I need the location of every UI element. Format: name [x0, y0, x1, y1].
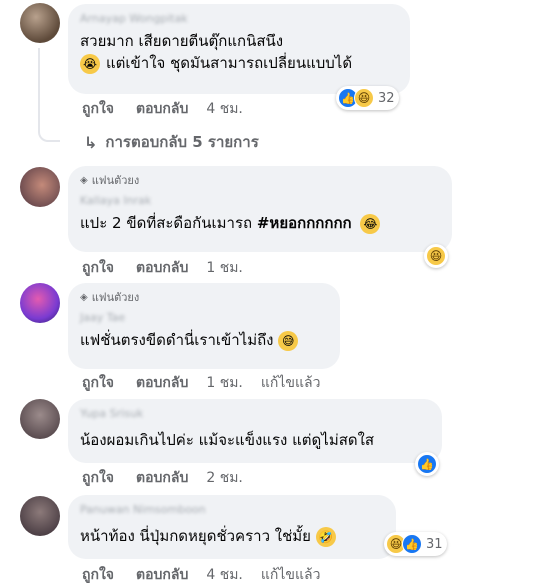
avatar[interactable]	[20, 3, 60, 43]
haha-icon: 😆	[426, 246, 446, 266]
reply-button[interactable]: ตอบกลับ	[136, 372, 188, 394]
like-button[interactable]: ถูกใจ	[82, 467, 114, 489]
comment-text: แปะ 2 ขีดที่สะดือกันเมารถ #หยอกกกกกก 😂	[80, 212, 440, 234]
edited-label: แก้ไขแล้ว	[260, 567, 321, 583]
like-icon: 👍	[402, 534, 422, 554]
reaction-count: 31	[426, 536, 443, 552]
comment-bubble: Yupa Srisuk น้องผอมเกินไปค่ะ แม้จะแข็งแร…	[68, 399, 442, 463]
diamond-icon: ◈	[80, 175, 88, 186]
top-fan-badge: ◈ แฟนตัวยง	[80, 174, 440, 188]
like-button[interactable]: ถูกใจ	[82, 98, 114, 120]
comment-actions: ถูกใจ ตอบกลับ 2 ชม.	[82, 468, 243, 488]
comment-text-line-2: 😭 แต่เข้าใจ ชุดมันสามารถเปลี่ยนแบบได้	[80, 52, 398, 74]
avatar[interactable]	[20, 496, 60, 536]
like-button[interactable]: ถูกใจ	[82, 564, 114, 586]
comment-bubble: ◈ แฟนตัวยง Jaay Tae แฟชั่นตรงขีดดำนี่เรา…	[68, 283, 340, 369]
reaction-summary[interactable]: 👍	[415, 452, 439, 476]
comment-time[interactable]: 2 ชม.	[206, 467, 243, 489]
badge-label: แฟนตัวยง	[91, 291, 140, 304]
top-fan-badge: ◈ แฟนตัวยง	[80, 291, 328, 305]
reaction-summary[interactable]: 👍 😆 32	[336, 86, 399, 110]
comment-text: น้องผอมเกินไปค่ะ แม้จะแข็งแรง แต่ดูไม่สด…	[80, 431, 375, 449]
comment-time[interactable]: 4 ชม.	[206, 564, 243, 586]
comment-author[interactable]: Arnayap Wongpitak	[80, 12, 398, 26]
badge-label: แฟนตัวยง	[91, 174, 140, 187]
reply-button[interactable]: ตอบกลับ	[136, 257, 188, 279]
comment-actions: ถูกใจ ตอบกลับ 1 ชม.	[82, 258, 243, 278]
comment-text: หน้าท้อง นี่ปุ่มกดหยุดชั่วคราว ใช่มั้ย 🤣	[80, 525, 384, 547]
avatar[interactable]	[20, 167, 60, 207]
edited-label: แก้ไขแล้ว	[260, 375, 321, 391]
comment-author[interactable]: Kallaya Inrak	[80, 194, 440, 208]
reply-button[interactable]: ตอบกลับ	[136, 564, 188, 586]
replies-label: การตอบกลับ 5 รายการ	[105, 133, 259, 151]
comment-time[interactable]: 1 ชม.	[206, 257, 243, 279]
haha-icon: 😆	[354, 88, 374, 108]
comment-actions: ถูกใจ ตอบกลับ 4 ชม.	[82, 99, 243, 119]
comment-bubble: ◈ แฟนตัวยง Kallaya Inrak แปะ 2 ขีดที่สะด…	[68, 166, 452, 252]
comment-time[interactable]: 4 ชม.	[206, 98, 243, 120]
reaction-summary[interactable]: 😆	[424, 244, 448, 268]
thread-line	[38, 48, 60, 142]
comment-text-body: หน้าท้อง นี่ปุ่มกดหยุดชั่วคราว ใช่มั้ย	[80, 527, 311, 545]
avatar[interactable]	[20, 399, 60, 439]
comment-text-line-1: สวยมาก เสียดายตีนตุ๊กแกนิสนึง	[80, 32, 284, 50]
avatar[interactable]	[20, 283, 60, 323]
like-button[interactable]: ถูกใจ	[82, 372, 114, 394]
diamond-icon: ◈	[80, 292, 88, 303]
crying-emoji-icon: 😭	[80, 53, 100, 74]
comment-author[interactable]: Panuwan Nimsomboon	[80, 503, 384, 517]
reaction-count: 32	[378, 90, 395, 106]
sweat-smile-emoji-icon: 😅	[278, 330, 299, 351]
comment-bubble: Arnayap Wongpitak สวยมาก เสียดายตีนตุ๊กแ…	[68, 4, 410, 94]
comment-text-body: แฟชั่นตรงขีดดำนี่เราเข้าไม่ถึง	[80, 331, 274, 349]
like-button[interactable]: ถูกใจ	[82, 257, 114, 279]
reply-arrow-icon: ↳	[84, 132, 98, 152]
comment-text-plain: แปะ 2 ขีดที่สะดือกันเมารถ	[80, 214, 257, 232]
comment-author[interactable]: Jaay Tae	[80, 311, 328, 325]
comment-author[interactable]: Yupa Srisuk	[80, 407, 430, 421]
comment-time[interactable]: 1 ชม.	[206, 372, 243, 394]
like-icon: 👍	[417, 454, 437, 474]
comment-actions: ถูกใจ ตอบกลับ 4 ชม. แก้ไขแล้ว	[82, 565, 320, 585]
comment-text: แฟชั่นตรงขีดดำนี่เราเข้าไม่ถึง 😅	[80, 329, 328, 351]
reply-button[interactable]: ตอบกลับ	[136, 98, 188, 120]
reaction-summary[interactable]: 😆 👍 31	[384, 532, 447, 556]
reply-button[interactable]: ตอบกลับ	[136, 467, 188, 489]
view-replies-link[interactable]: ↳ การตอบกลับ 5 รายการ	[84, 130, 259, 154]
rofl-emoji-icon: 🤣	[315, 526, 336, 547]
comment-bubble: Panuwan Nimsomboon หน้าท้อง นี่ปุ่มกดหยุ…	[68, 495, 396, 559]
comment-actions: ถูกใจ ตอบกลับ 1 ชม. แก้ไขแล้ว	[82, 373, 320, 393]
laughing-emoji-icon: 😂	[360, 213, 381, 234]
comment-text: แต่เข้าใจ ชุดมันสามารถเปลี่ยนแบบได้	[106, 54, 353, 72]
hashtag-link[interactable]: #หยอกกกกกก	[257, 214, 352, 232]
